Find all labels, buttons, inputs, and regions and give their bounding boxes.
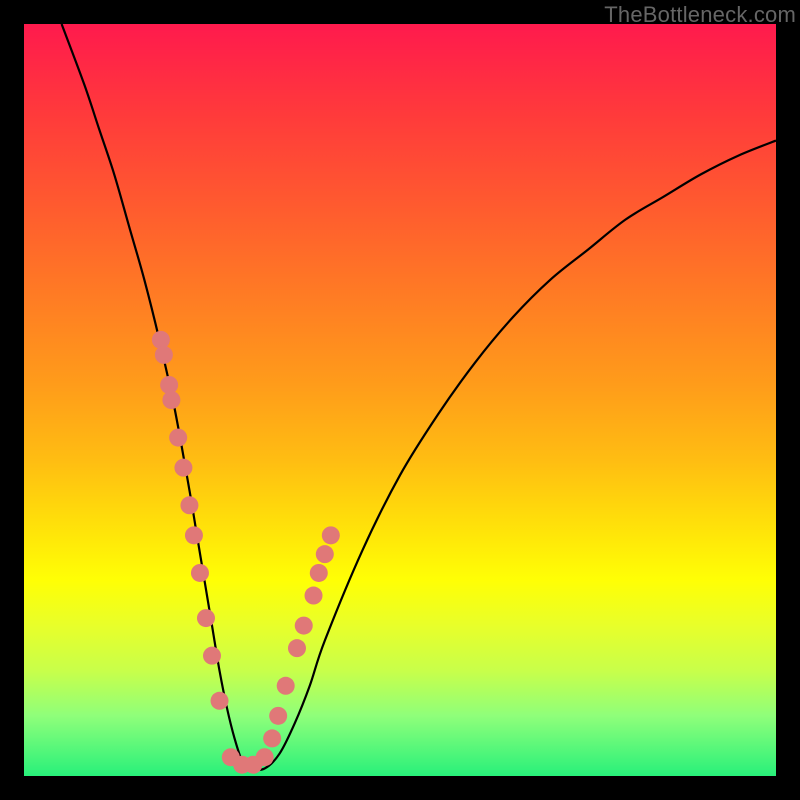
- data-point-dots: [152, 331, 340, 774]
- chart-svg: [24, 24, 776, 776]
- data-point-dot: [197, 609, 215, 627]
- data-point-dot: [211, 692, 229, 710]
- data-point-dot: [155, 346, 173, 364]
- data-point-dot: [295, 617, 313, 635]
- data-point-dot: [180, 496, 198, 514]
- data-point-dot: [310, 564, 328, 582]
- data-point-dot: [203, 647, 221, 665]
- data-point-dot: [288, 639, 306, 657]
- data-point-dot: [269, 707, 287, 725]
- data-point-dot: [160, 376, 178, 394]
- data-point-dot: [277, 677, 295, 695]
- data-point-dot: [322, 526, 340, 544]
- data-point-dot: [316, 545, 334, 563]
- data-point-dot: [169, 429, 187, 447]
- chart-plot-area: [24, 24, 776, 776]
- data-point-dot: [263, 729, 281, 747]
- data-point-dot: [152, 331, 170, 349]
- data-point-dot: [256, 748, 274, 766]
- data-point-dot: [185, 526, 203, 544]
- data-point-dot: [191, 564, 209, 582]
- data-point-dot: [162, 391, 180, 409]
- data-point-dot: [174, 459, 192, 477]
- watermark-label: TheBottleneck.com: [604, 2, 796, 28]
- chart-frame: TheBottleneck.com: [0, 0, 800, 800]
- data-point-dot: [305, 587, 323, 605]
